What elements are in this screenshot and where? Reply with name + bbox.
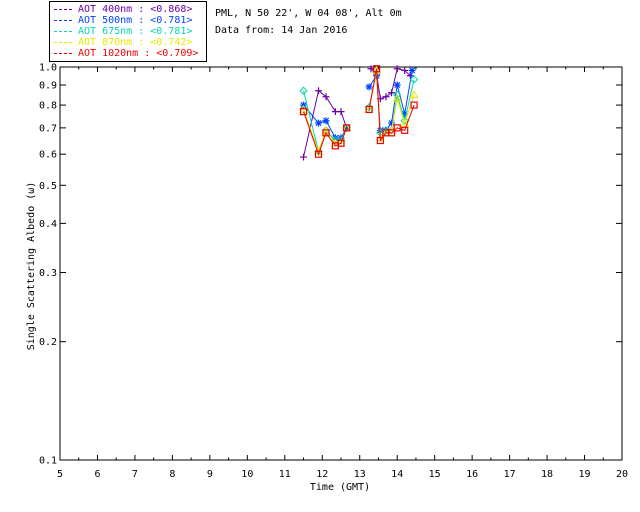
y-tick-label: 0.3 xyxy=(39,268,57,279)
chart: 5 6 7 8 9 10 11 12 13 14 15 16 17 18 19 20 0.1 0.2 0.3 0.4 0… xyxy=(26,63,628,494)
data-point-6 xyxy=(365,83,373,91)
x-tick-label: 17 xyxy=(504,469,516,480)
y-tick-label: 0.9 xyxy=(39,80,57,91)
y-tick-label: 0.4 xyxy=(39,219,57,230)
x-axis-label: Time (GMT) xyxy=(310,482,370,493)
axes: 5 6 7 8 9 10 11 12 13 14 15 16 17 18 19 20 0.1 0.2 0.3 0.4 0… xyxy=(39,63,628,481)
y-axis-label: Single Scattering Albedo (ω) xyxy=(26,182,37,351)
data-marks xyxy=(299,65,419,161)
x-tick-label: 20 xyxy=(616,469,628,480)
x-tick-label: 7 xyxy=(132,469,138,480)
x-tick-label: 9 xyxy=(207,469,213,480)
data-point-11 xyxy=(393,65,401,73)
x-tick-label: 5 xyxy=(57,469,63,480)
x-tick-label: 10 xyxy=(241,469,253,480)
x-tick-label: 18 xyxy=(541,469,553,480)
y-tick-label: 1.0 xyxy=(39,63,57,74)
y-tick-label: 0.7 xyxy=(39,123,57,134)
x-tick-label: 6 xyxy=(94,469,100,480)
y-tick-label: 0.6 xyxy=(39,150,57,161)
data-point-2 xyxy=(322,117,330,125)
plot-frame xyxy=(59,66,623,461)
data-point-0 xyxy=(300,153,308,161)
y-tick-label: 0.1 xyxy=(39,456,57,467)
series-3 xyxy=(299,65,419,155)
x-tick-label: 15 xyxy=(429,469,441,480)
x-tick-label: 12 xyxy=(316,469,328,480)
x-tick-label: 11 xyxy=(279,469,291,480)
y-tick-label: 0.2 xyxy=(39,337,57,348)
y-tick-label: 0.5 xyxy=(39,181,57,192)
x-tick-label: 13 xyxy=(354,469,366,480)
x-tick-label: 8 xyxy=(169,469,175,480)
data-point-1 xyxy=(315,119,323,127)
y-tick-label: 0.8 xyxy=(39,101,57,112)
data-point-4 xyxy=(337,108,345,116)
data-point-11 xyxy=(393,81,401,89)
x-tick-label: 16 xyxy=(466,469,478,480)
x-tick-label: 19 xyxy=(579,469,591,480)
data-point-13 xyxy=(408,66,416,74)
series-4 xyxy=(299,65,418,158)
x-tick-label: 14 xyxy=(391,469,403,480)
series-2 xyxy=(299,67,419,156)
series-line xyxy=(303,89,348,158)
